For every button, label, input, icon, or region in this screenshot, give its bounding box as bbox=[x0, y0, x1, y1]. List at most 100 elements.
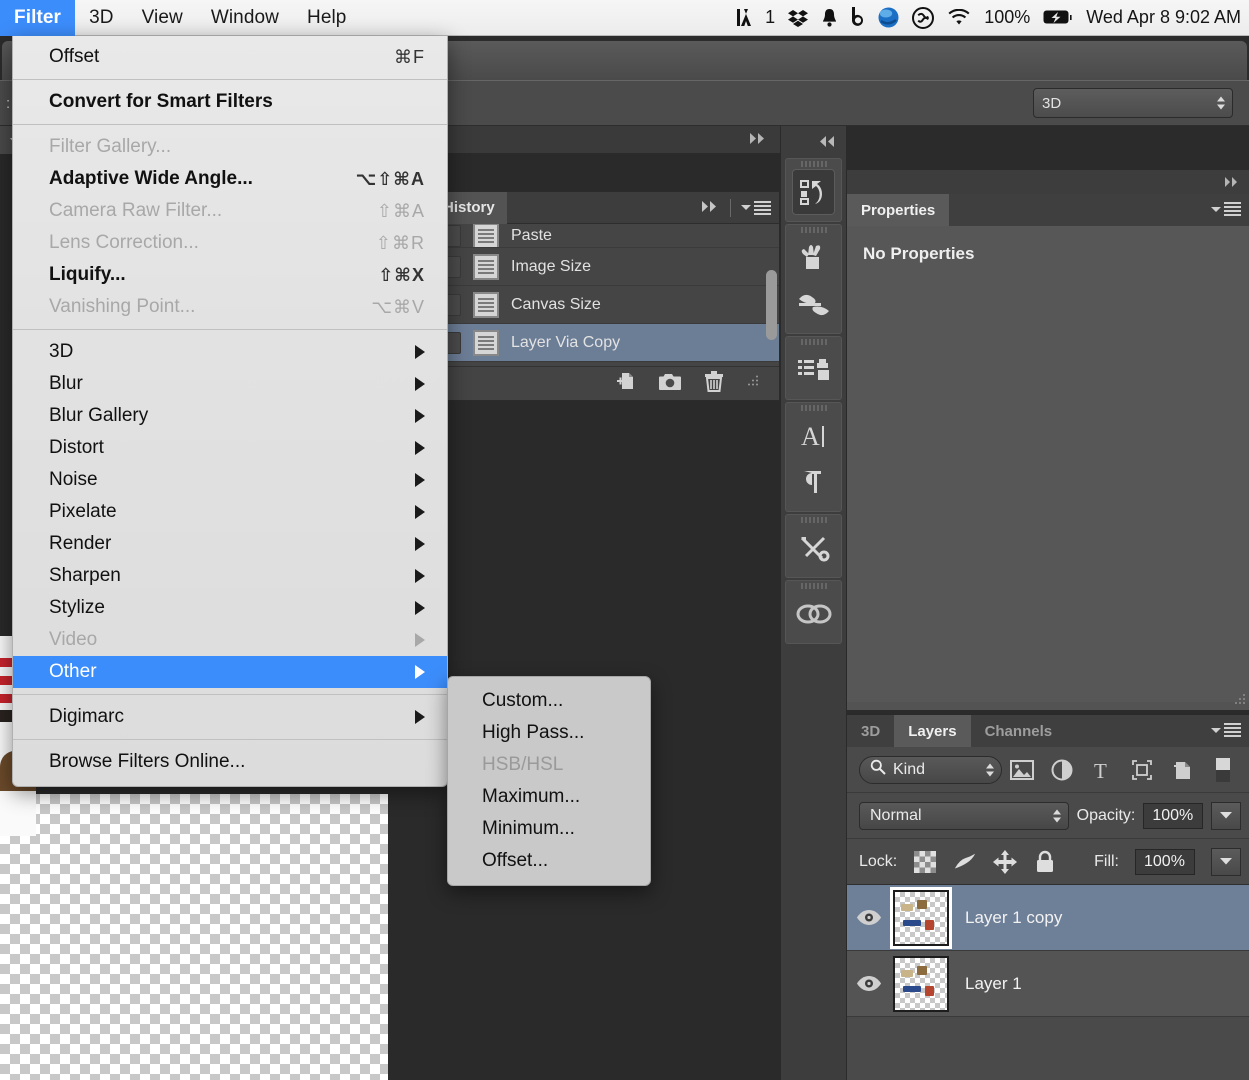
menu-item-digimarc[interactable]: Digimarc bbox=[13, 701, 447, 733]
menu-item-distort[interactable]: Distort bbox=[13, 432, 447, 464]
history-actions-icon[interactable] bbox=[792, 169, 835, 215]
lock-transparent-pixels-icon[interactable] bbox=[913, 850, 937, 874]
menu-item-blur[interactable]: Blur bbox=[13, 368, 447, 400]
dropbox-icon[interactable] bbox=[788, 8, 809, 28]
backblaze-icon[interactable] bbox=[851, 7, 865, 28]
adjustment-layer-filter-icon[interactable] bbox=[1042, 748, 1082, 792]
list-item[interactable]: Layer Via Copy bbox=[431, 324, 779, 362]
menu-help[interactable]: Help bbox=[293, 0, 360, 36]
submenu-item-high-pass[interactable]: High Pass... bbox=[448, 717, 650, 749]
layers-panel-menu-icon[interactable] bbox=[1211, 723, 1241, 737]
wifi-icon[interactable] bbox=[947, 8, 971, 27]
rail-grip[interactable] bbox=[786, 581, 841, 591]
menu-window[interactable]: Window bbox=[197, 0, 293, 36]
pixel-layer-filter-icon[interactable] bbox=[1002, 748, 1042, 792]
layer-visibility-toggle[interactable] bbox=[847, 909, 891, 926]
stepper-icon[interactable] bbox=[1052, 809, 1061, 822]
fill-value[interactable]: 100% bbox=[1135, 848, 1195, 875]
chevron-down-icon bbox=[1211, 727, 1221, 733]
rail-grip[interactable] bbox=[786, 225, 841, 235]
menu-item-convert-for-smart-filters[interactable]: Convert for Smart Filters bbox=[13, 86, 447, 118]
clock[interactable]: Wed Apr 8 9:02 AM bbox=[1086, 7, 1241, 28]
smart-object-filter-icon[interactable] bbox=[1163, 748, 1203, 792]
table-row[interactable]: Layer 1 bbox=[847, 951, 1249, 1017]
submenu-item-custom[interactable]: Custom... bbox=[448, 685, 650, 717]
double-chevron-left-icon[interactable] bbox=[781, 126, 846, 156]
trash-icon[interactable] bbox=[704, 370, 724, 397]
tool-presets-icon[interactable] bbox=[786, 525, 841, 571]
menu-item-render[interactable]: Render bbox=[13, 528, 447, 560]
history-overflow-icon[interactable] bbox=[702, 199, 720, 217]
camera-snapshot-icon[interactable] bbox=[658, 372, 682, 396]
table-row[interactable]: Layer 1 copy bbox=[847, 885, 1249, 951]
menu-item-blur-gallery[interactable]: Blur Gallery bbox=[13, 400, 447, 432]
shape-layer-filter-icon[interactable] bbox=[1122, 748, 1162, 792]
panel-resize-grip[interactable] bbox=[1232, 693, 1246, 707]
fill-dropdown-icon[interactable] bbox=[1211, 847, 1241, 876]
list-item[interactable]: Paste bbox=[431, 224, 779, 248]
tab-3d[interactable]: 3D bbox=[847, 715, 894, 747]
new-document-from-state-icon[interactable] bbox=[614, 371, 636, 396]
menu-item-3d[interactable]: 3D bbox=[13, 336, 447, 368]
type-layer-filter-icon[interactable]: T bbox=[1082, 748, 1122, 792]
lock-position-icon[interactable] bbox=[993, 849, 1018, 874]
tab-properties[interactable]: Properties bbox=[847, 194, 950, 226]
layer-thumbnail[interactable] bbox=[893, 889, 949, 946]
menu-item-pixelate[interactable]: Pixelate bbox=[13, 496, 447, 528]
lock-all-icon[interactable] bbox=[1033, 850, 1057, 874]
menu-item-adaptive-wide-angle[interactable]: Adaptive Wide Angle... ⌥⇧⌘A bbox=[13, 163, 447, 195]
properties-panel-menu-icon[interactable] bbox=[1211, 202, 1241, 216]
list-item[interactable]: Canvas Size bbox=[431, 286, 779, 324]
layers-tab-bar: 3D Layers Channels bbox=[847, 715, 1249, 747]
opacity-dropdown-icon[interactable] bbox=[1211, 801, 1241, 830]
list-item[interactable]: Image Size bbox=[431, 248, 779, 286]
menu-item-noise[interactable]: Noise bbox=[13, 464, 447, 496]
lock-image-pixels-icon[interactable] bbox=[953, 850, 977, 874]
submenu-item-minimum[interactable]: Minimum... bbox=[448, 813, 650, 845]
blue-orb-icon[interactable] bbox=[878, 7, 899, 28]
tab-channels[interactable]: Channels bbox=[971, 715, 1067, 747]
layer-thumbnail[interactable] bbox=[893, 955, 949, 1012]
layer-visibility-toggle[interactable] bbox=[847, 975, 891, 992]
filter-toggle-switch[interactable] bbox=[1203, 748, 1243, 792]
brush-presets-icon[interactable] bbox=[786, 281, 841, 327]
rail-grip[interactable] bbox=[786, 159, 841, 169]
menu-item-browse-filters-online[interactable]: Browse Filters Online... bbox=[13, 746, 447, 778]
stepper-icon[interactable] bbox=[985, 763, 994, 776]
stepper-icon[interactable] bbox=[1217, 96, 1225, 110]
panel-resize-grip[interactable] bbox=[746, 375, 759, 393]
history-panel-menu-icon[interactable] bbox=[741, 200, 771, 215]
menu-item-stylize[interactable]: Stylize bbox=[13, 592, 447, 624]
layer-filter-kind-select[interactable]: Kind bbox=[859, 755, 1002, 784]
submenu-item-maximum[interactable]: Maximum... bbox=[448, 781, 650, 813]
document-tab-overflow-icon[interactable] bbox=[750, 131, 780, 149]
history-scrollbar[interactable] bbox=[766, 270, 777, 340]
submenu-item-offset[interactable]: Offset... bbox=[448, 845, 650, 877]
blend-mode-select[interactable]: Normal bbox=[859, 801, 1069, 830]
menu-3d[interactable]: 3D bbox=[75, 0, 128, 36]
creative-cloud-icon[interactable] bbox=[912, 6, 935, 29]
character-icon[interactable]: A bbox=[786, 413, 841, 459]
menu-item-liquify[interactable]: Liquify... ⇧⌘X bbox=[13, 259, 447, 291]
menu-item-offset[interactable]: Offset ⌘F bbox=[13, 41, 447, 73]
menu-filter[interactable]: Filter bbox=[0, 0, 76, 36]
creative-cloud-libraries-icon[interactable] bbox=[786, 591, 841, 637]
rail-grip[interactable] bbox=[786, 337, 841, 347]
adobe-illustrator-icon[interactable] bbox=[735, 8, 752, 27]
opacity-value[interactable]: 100% bbox=[1143, 802, 1204, 829]
menu-item-sharpen[interactable]: Sharpen bbox=[13, 560, 447, 592]
menu-view[interactable]: View bbox=[128, 0, 197, 36]
battery-charging-icon[interactable] bbox=[1043, 9, 1073, 26]
rail-grip[interactable] bbox=[786, 515, 841, 525]
menu-item-other[interactable]: Other bbox=[13, 656, 447, 688]
bell-icon[interactable] bbox=[821, 8, 838, 28]
tab-layers[interactable]: Layers bbox=[894, 715, 971, 747]
transparency-checkerboard[interactable] bbox=[0, 794, 388, 1080]
workspace-switcher[interactable]: 3D bbox=[1033, 88, 1233, 118]
brushes-icon[interactable] bbox=[786, 235, 841, 281]
clone-source-icon[interactable] bbox=[786, 347, 841, 393]
properties-collapse-icon[interactable] bbox=[847, 170, 1249, 194]
menu-separator bbox=[13, 329, 447, 330]
rail-grip[interactable] bbox=[786, 403, 841, 413]
paragraph-icon[interactable] bbox=[786, 459, 841, 505]
